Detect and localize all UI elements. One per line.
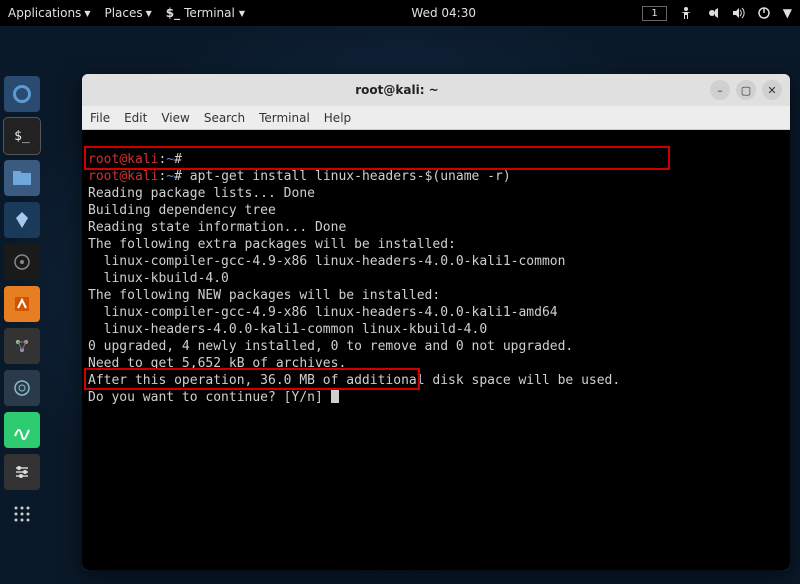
prompt-path: ~ <box>166 152 174 167</box>
maximize-button[interactable]: ▢ <box>736 80 756 100</box>
launcher-iceweasel[interactable] <box>4 76 40 112</box>
applications-label: Applications <box>8 6 81 20</box>
applications-menu[interactable]: Applications ▼ <box>8 6 90 20</box>
output-line: Reading state information... Done <box>88 220 346 235</box>
output-line: Do you want to continue? [Y/n] <box>88 390 331 405</box>
chevron-down-icon[interactable]: ▼ <box>783 6 792 20</box>
output-line: linux-kbuild-4.0 <box>88 271 229 286</box>
power-icon[interactable] <box>757 6 771 20</box>
menu-view[interactable]: View <box>161 111 189 125</box>
record-icon[interactable] <box>705 6 719 20</box>
chevron-down-icon: ▼ <box>146 9 152 18</box>
menubar: File Edit View Search Terminal Help <box>82 106 790 130</box>
launcher-files[interactable] <box>4 160 40 196</box>
window-title: root@kali: ~ <box>90 83 704 97</box>
launcher-tweak[interactable] <box>4 454 40 490</box>
menu-file[interactable]: File <box>90 111 110 125</box>
prompt-hash: # <box>174 152 182 167</box>
dock: $_ <box>0 70 44 538</box>
launcher-armitage[interactable] <box>4 244 40 280</box>
launcher-apps-grid[interactable] <box>4 496 40 532</box>
terminal-indicator-label: Terminal <box>184 6 235 20</box>
clock[interactable]: Wed 04:30 <box>411 6 476 20</box>
system-tray: 1 ▼ <box>642 6 792 21</box>
menu-search[interactable]: Search <box>204 111 245 125</box>
terminal-icon: $_ <box>14 129 30 144</box>
prompt-host: kali <box>127 169 158 184</box>
prompt-at: @ <box>119 152 127 167</box>
output-line: The following NEW packages will be insta… <box>88 288 440 303</box>
places-label: Places <box>104 6 142 20</box>
terminal-indicator[interactable]: $_ Terminal ▼ <box>166 6 245 20</box>
terminal-window: root@kali: ~ – ▢ ✕ File Edit View Search… <box>82 74 790 570</box>
top-panel: Applications ▼ Places ▼ $_ Terminal ▼ We… <box>0 0 800 26</box>
output-line: After this operation, 36.0 MB of additio… <box>88 373 620 388</box>
places-menu[interactable]: Places ▼ <box>104 6 151 20</box>
output-line: linux-headers-4.0.0-kali1-common linux-k… <box>88 322 487 337</box>
prompt-host: kali <box>127 152 158 167</box>
prompt-user: root <box>88 169 119 184</box>
command-line-1: apt-get install linux-headers-$(uname -r… <box>182 169 511 184</box>
volume-icon[interactable] <box>731 6 745 20</box>
output-line: The following extra packages will be ins… <box>88 237 456 252</box>
accessibility-icon[interactable] <box>679 6 693 20</box>
workspace-indicator[interactable]: 1 <box>642 6 666 21</box>
minimize-button[interactable]: – <box>710 80 730 100</box>
close-button[interactable]: ✕ <box>762 80 782 100</box>
menu-terminal[interactable]: Terminal <box>259 111 310 125</box>
terminal-icon: $_ <box>166 6 180 20</box>
terminal-body[interactable]: root@kali:~# root@kali:~# apt-get instal… <box>82 130 790 570</box>
prompt-hash: # <box>174 169 182 184</box>
output-line: linux-compiler-gcc-4.9-x86 linux-headers… <box>88 305 558 320</box>
chevron-down-icon: ▼ <box>84 9 90 18</box>
launcher-zenmap[interactable] <box>4 370 40 406</box>
launcher-metasploit[interactable] <box>4 202 40 238</box>
launcher-maltego[interactable] <box>4 328 40 364</box>
cursor <box>331 389 339 403</box>
prompt-user: root <box>88 152 119 167</box>
prompt-path: ~ <box>166 169 174 184</box>
titlebar[interactable]: root@kali: ~ – ▢ ✕ <box>82 74 790 106</box>
chevron-down-icon: ▼ <box>239 9 245 18</box>
launcher-wireshark[interactable] <box>4 412 40 448</box>
output-line: Building dependency tree <box>88 203 276 218</box>
menu-help[interactable]: Help <box>324 111 351 125</box>
launcher-terminal[interactable]: $_ <box>4 118 40 154</box>
output-line: Reading package lists... Done <box>88 186 315 201</box>
output-line: Need to get 5,652 kB of archives. <box>88 356 346 371</box>
output-line: linux-compiler-gcc-4.9-x86 linux-headers… <box>88 254 565 269</box>
menu-edit[interactable]: Edit <box>124 111 147 125</box>
launcher-burpsuite[interactable] <box>4 286 40 322</box>
prompt-at: @ <box>119 169 127 184</box>
output-line: 0 upgraded, 4 newly installed, 0 to remo… <box>88 339 573 354</box>
